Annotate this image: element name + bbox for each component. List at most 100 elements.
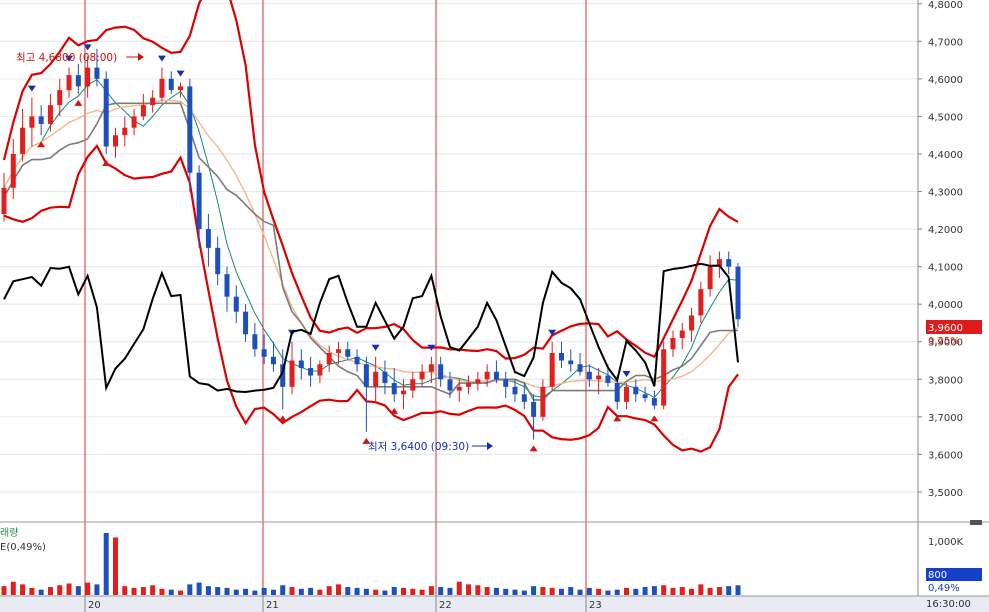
volume-tick-label: 1,000K bbox=[928, 537, 964, 548]
volume-bar bbox=[642, 587, 648, 595]
volume-bar bbox=[261, 587, 267, 595]
candle-body bbox=[308, 368, 314, 376]
candle-body bbox=[224, 274, 230, 297]
candle-body bbox=[596, 375, 602, 380]
candle-body bbox=[382, 371, 388, 384]
candle-body bbox=[215, 247, 221, 275]
candle-body bbox=[261, 349, 267, 357]
volume-bar bbox=[131, 587, 137, 595]
volume-bar bbox=[651, 586, 657, 595]
y-tick-label: 4,4000 bbox=[928, 150, 963, 161]
volume-bar bbox=[38, 589, 44, 595]
candle-body bbox=[66, 75, 72, 91]
volume-bar bbox=[94, 584, 100, 595]
volume-bar bbox=[140, 587, 146, 595]
current-price-label: 3,9600 bbox=[928, 323, 963, 334]
volume-bar bbox=[85, 582, 91, 595]
candle-body bbox=[577, 364, 583, 372]
chart-background bbox=[0, 0, 989, 612]
candle-body bbox=[243, 311, 249, 335]
volume-bar bbox=[605, 590, 611, 595]
candle-body bbox=[605, 375, 611, 384]
candle-body bbox=[466, 383, 472, 387]
volume-bar bbox=[317, 589, 323, 595]
candle-body bbox=[168, 78, 174, 91]
candle-body bbox=[75, 75, 81, 87]
candle-body bbox=[289, 360, 295, 387]
volume-bar bbox=[549, 587, 555, 595]
candle-body bbox=[698, 289, 704, 316]
candle-body bbox=[540, 386, 546, 417]
volume-bar bbox=[726, 586, 732, 595]
volume-bar bbox=[689, 588, 695, 595]
volume-bar bbox=[670, 587, 676, 595]
volume-bar bbox=[66, 583, 72, 595]
candle-body bbox=[475, 379, 481, 384]
candle-body bbox=[531, 401, 537, 417]
volume-bar bbox=[168, 589, 174, 595]
candle-body bbox=[233, 296, 239, 312]
volume-bar bbox=[586, 587, 592, 595]
candle-body bbox=[20, 127, 26, 154]
volume-bar bbox=[382, 590, 388, 595]
volume-bar bbox=[633, 588, 639, 595]
candle-body bbox=[122, 127, 128, 136]
candle-body bbox=[456, 386, 462, 391]
volume-bar bbox=[150, 585, 156, 595]
candle-body bbox=[642, 394, 648, 399]
volume-bar bbox=[475, 585, 481, 595]
volume-bar bbox=[466, 584, 472, 595]
y-tick-label: 4,3000 bbox=[928, 188, 963, 199]
volume-subtitle: E(0,49%) bbox=[0, 542, 46, 553]
candle-body bbox=[651, 398, 657, 406]
volume-bar bbox=[679, 587, 685, 595]
pane-resize-handle[interactable] bbox=[970, 520, 982, 525]
volume-current-label: 800 bbox=[928, 570, 947, 581]
y-tick-label: 3,8000 bbox=[928, 375, 963, 386]
candle-body bbox=[373, 371, 379, 387]
volume-bar bbox=[558, 588, 564, 595]
candle-body bbox=[521, 394, 527, 402]
volume-bar bbox=[205, 586, 211, 595]
volume-bar bbox=[373, 589, 379, 595]
candle-body bbox=[428, 364, 434, 372]
price-chart[interactable]: 4,8000 4,7000 4,6000 4,5000 4,4000 4,3000 4,20… bbox=[0, 0, 989, 612]
y-tick-label: 4,6000 bbox=[928, 75, 963, 86]
y-tick-label: 3,5000 bbox=[928, 488, 963, 499]
volume-bar bbox=[707, 587, 713, 595]
volume-title: 래량 bbox=[0, 527, 18, 539]
volume-bar bbox=[419, 589, 425, 595]
candle-body bbox=[707, 266, 713, 290]
candle-body bbox=[10, 153, 16, 188]
volume-bar bbox=[112, 537, 118, 595]
volume-bar bbox=[531, 586, 537, 595]
y-tick-label: 3,7000 bbox=[928, 413, 963, 424]
volume-bar bbox=[363, 588, 369, 595]
volume-bar bbox=[29, 587, 35, 595]
volume-bar bbox=[484, 587, 490, 595]
candle-body bbox=[1, 187, 7, 215]
candle-body bbox=[140, 105, 146, 117]
candle-body bbox=[438, 364, 444, 380]
volume-bar bbox=[75, 586, 81, 595]
volume-bar bbox=[521, 590, 527, 595]
candle-body bbox=[94, 67, 100, 79]
time-label: 16:30:00 bbox=[926, 599, 971, 610]
volume-bar bbox=[270, 589, 276, 595]
day-label: 23 bbox=[589, 600, 602, 611]
volume-bar bbox=[252, 590, 258, 595]
volume-change-label: 0,49% bbox=[928, 583, 960, 594]
time-axis-bar bbox=[0, 596, 989, 612]
volume-bar bbox=[428, 586, 434, 595]
candle-body bbox=[159, 78, 165, 98]
volume-bar bbox=[512, 589, 518, 595]
volume-bar bbox=[47, 587, 53, 595]
candle-body bbox=[187, 86, 193, 173]
current-change-label: 0,25% bbox=[928, 336, 960, 347]
volume-bar bbox=[624, 587, 630, 595]
day-label: 22 bbox=[439, 600, 452, 611]
volume-bar bbox=[493, 587, 499, 595]
candle-body bbox=[317, 364, 323, 376]
volume-bar bbox=[308, 587, 314, 595]
candle-body bbox=[85, 67, 91, 87]
